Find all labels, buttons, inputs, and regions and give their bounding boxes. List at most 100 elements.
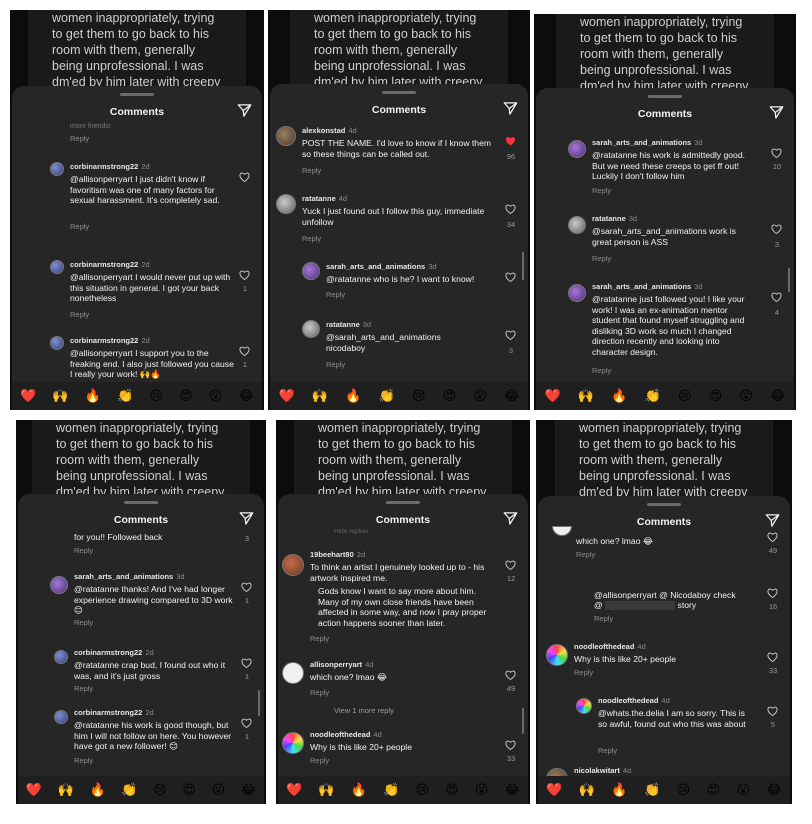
username-text[interactable]: corbinarmstrong22 xyxy=(70,336,138,345)
drag-handle[interactable] xyxy=(382,91,416,94)
reply-link[interactable]: Reply xyxy=(70,134,89,143)
username-text[interactable]: nicolakwitart xyxy=(574,766,620,775)
reply-link[interactable]: Reply xyxy=(70,310,89,319)
username[interactable]: corbinarmstrong22 2d xyxy=(74,708,154,717)
emoji-raised-hands[interactable]: 🙌 xyxy=(318,782,334,798)
username-text[interactable]: 19beehart80 xyxy=(310,550,354,559)
like-heart-icon[interactable] xyxy=(505,670,516,680)
reply-link[interactable]: Reply xyxy=(74,684,93,693)
like-heart-icon[interactable] xyxy=(239,270,250,280)
emoji-laughing[interactable]: 😂 xyxy=(239,388,254,404)
emoji-laughing[interactable]: 😂 xyxy=(504,388,519,404)
username[interactable]: sarah_arts_and_animations 3d xyxy=(326,262,437,271)
username[interactable]: noodleofthedead 4d xyxy=(598,696,670,705)
username-text[interactable]: corbinarmstrong22 xyxy=(74,648,142,657)
emoji-raised-hands[interactable]: 🙌 xyxy=(579,782,595,798)
username-text[interactable]: noodleofthedead xyxy=(574,642,634,651)
like-heart-icon[interactable] xyxy=(505,136,516,146)
avatar[interactable] xyxy=(546,644,568,666)
reply-link[interactable]: Reply xyxy=(598,746,617,755)
username-text[interactable]: sarah_arts_and_animations xyxy=(326,262,425,271)
send-icon[interactable] xyxy=(765,513,780,528)
username-text[interactable]: sarah_arts_and_animations xyxy=(592,282,691,291)
username[interactable]: ratatanne 3d xyxy=(326,320,371,329)
emoji-heart-eyes[interactable]: 😍 xyxy=(707,782,721,798)
avatar[interactable] xyxy=(302,262,320,280)
emoji-raised-hands[interactable]: 🙌 xyxy=(578,388,594,404)
emoji-fire[interactable]: 🔥 xyxy=(611,388,627,404)
drag-handle[interactable] xyxy=(648,95,682,98)
emoji-surprised[interactable]: 😮 xyxy=(209,388,223,404)
emoji-laughing[interactable]: 😂 xyxy=(766,782,781,798)
avatar[interactable] xyxy=(552,526,572,536)
emoji-heart[interactable]: ❤️ xyxy=(286,782,302,798)
username[interactable]: sarah_arts_and_animations 3d xyxy=(592,282,703,291)
scrollbar[interactable] xyxy=(522,708,524,734)
username[interactable]: sarah_arts_and_animations 3d xyxy=(74,572,185,581)
username[interactable]: allisonperryart 4d xyxy=(310,660,373,669)
reply-link[interactable]: Reply xyxy=(310,634,329,643)
send-icon[interactable] xyxy=(503,511,518,526)
username[interactable]: noodleofthedead 4d xyxy=(574,642,646,651)
reply-link[interactable]: Reply xyxy=(574,668,593,677)
like-heart-icon[interactable] xyxy=(241,582,252,592)
avatar[interactable] xyxy=(54,650,68,664)
avatar[interactable] xyxy=(282,662,304,684)
emoji-heart[interactable]: ❤️ xyxy=(546,782,562,798)
username-text[interactable]: corbinarmstrong22 xyxy=(70,162,138,171)
like-heart-icon[interactable] xyxy=(239,346,250,356)
emoji-crying[interactable]: 😢 xyxy=(149,388,163,404)
reply-link[interactable]: Reply xyxy=(74,546,93,555)
drag-handle[interactable] xyxy=(124,501,158,504)
like-heart-icon[interactable] xyxy=(767,588,778,598)
emoji-heart[interactable]: ❤️ xyxy=(26,782,42,798)
username-text[interactable]: ratatanne xyxy=(302,194,336,203)
username-text[interactable]: ratatanne xyxy=(326,320,360,329)
emoji-surprised[interactable]: 😮 xyxy=(212,782,226,798)
username-text[interactable]: noodleofthedead xyxy=(598,696,658,705)
emoji-heart-eyes[interactable]: 😍 xyxy=(443,388,457,404)
username[interactable]: ratatanne 4d xyxy=(302,194,347,203)
emoji-heart[interactable]: ❤️ xyxy=(20,388,36,404)
emoji-clap[interactable]: 👏 xyxy=(645,388,661,404)
like-heart-icon[interactable] xyxy=(767,532,778,542)
emoji-laughing[interactable]: 😂 xyxy=(241,782,256,798)
avatar[interactable] xyxy=(50,162,64,176)
username[interactable]: ratatanne 3d xyxy=(592,214,637,223)
reply-link[interactable]: Reply xyxy=(302,166,321,175)
emoji-surprised[interactable]: 😮 xyxy=(737,782,751,798)
scrollbar[interactable] xyxy=(788,268,790,292)
emoji-fire[interactable]: 🔥 xyxy=(90,782,106,798)
avatar[interactable] xyxy=(54,710,68,724)
send-icon[interactable] xyxy=(237,103,252,118)
emoji-surprised[interactable]: 😮 xyxy=(475,782,489,798)
drag-handle[interactable] xyxy=(120,93,154,96)
username-text[interactable]: allisonperryart xyxy=(310,660,362,669)
emoji-surprised[interactable]: 😮 xyxy=(473,388,487,404)
avatar[interactable] xyxy=(282,732,304,754)
reply-link[interactable]: Reply xyxy=(74,756,93,765)
username[interactable]: sarah_arts_and_animations 3d xyxy=(592,138,703,147)
emoji-surprised[interactable]: 😮 xyxy=(739,388,753,404)
reply-link[interactable]: Reply xyxy=(592,254,611,263)
reply-link[interactable]: Reply xyxy=(592,366,611,375)
emoji-raised-hands[interactable]: 🙌 xyxy=(58,782,74,798)
reply-link[interactable]: Reply xyxy=(310,756,329,765)
avatar[interactable] xyxy=(576,698,592,714)
emoji-fire[interactable]: 🔥 xyxy=(351,782,367,798)
emoji-clap[interactable]: 👏 xyxy=(383,782,399,798)
emoji-crying[interactable]: 😢 xyxy=(153,782,167,798)
scrollbar[interactable] xyxy=(258,690,260,716)
reply-link[interactable]: Reply xyxy=(302,234,321,243)
like-heart-icon[interactable] xyxy=(505,330,516,340)
reply-link[interactable]: Reply xyxy=(326,360,345,369)
emoji-fire[interactable]: 🔥 xyxy=(85,388,101,404)
drag-handle[interactable] xyxy=(647,503,681,506)
emoji-fire[interactable]: 🔥 xyxy=(345,388,361,404)
username-text[interactable]: corbinarmstrong22 xyxy=(74,708,142,717)
avatar[interactable] xyxy=(276,126,296,146)
like-heart-icon[interactable] xyxy=(767,652,778,662)
username[interactable]: corbinarmstrong22 2d xyxy=(70,162,150,171)
username[interactable]: nicolakwitart 4d xyxy=(574,766,631,775)
emoji-laughing[interactable]: 😂 xyxy=(505,782,520,798)
